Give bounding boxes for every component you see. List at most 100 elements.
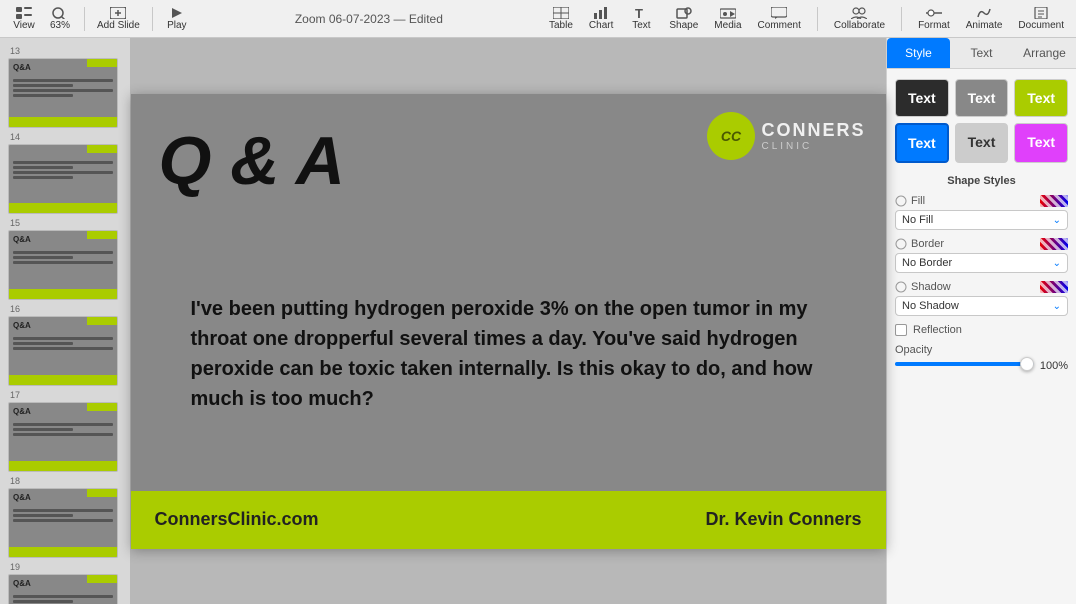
slide-line — [13, 595, 113, 598]
slide-thumb-18[interactable]: 18 Q&A — [8, 476, 122, 558]
slide-thumb-15[interactable]: 15 Q&A — [8, 218, 122, 300]
text-style-pink[interactable]: Text — [1014, 123, 1068, 163]
canvas-area: CC CONNERS CLINIC Q & A I've been puttin… — [130, 38, 886, 604]
slide-thumb-17[interactable]: 17 Q&A — [8, 390, 122, 472]
slide-panel: 13 Q&A 14 — [0, 38, 130, 604]
slide-image-19[interactable]: Q&A — [8, 574, 118, 604]
table-label: Table — [549, 20, 573, 31]
chart-button[interactable]: Chart — [585, 5, 617, 33]
main-area: 13 Q&A 14 — [0, 38, 1076, 604]
slide-thumb-13[interactable]: 13 Q&A — [8, 46, 122, 128]
slide-footer-bar — [9, 289, 117, 299]
text-style-dark[interactable]: Text — [895, 79, 949, 117]
slide-qa-mini: Q&A — [13, 63, 31, 72]
table-button[interactable]: Table — [545, 5, 577, 33]
section-label-shape-styles: Shape Styles — [895, 175, 1068, 187]
add-slide-button[interactable]: Add Slide — [93, 5, 144, 33]
slide-line — [13, 423, 113, 426]
reflection-checkbox[interactable] — [895, 324, 907, 336]
opacity-slider[interactable] — [895, 362, 1034, 366]
view-button[interactable]: View — [8, 5, 40, 33]
slide-image-15[interactable]: Q&A — [8, 230, 118, 300]
text-style-ltgray[interactable]: Text — [955, 123, 1009, 163]
tab-style[interactable]: Style — [887, 38, 950, 68]
right-panel: Style Text Arrange Text Text Text Text T… — [886, 38, 1076, 604]
slide-num-13: 13 — [8, 46, 122, 56]
format-button[interactable]: Format — [914, 5, 954, 33]
footer-left-text: ConnersClinic.com — [155, 509, 319, 530]
slide-thumb-19[interactable]: 19 Q&A — [8, 562, 122, 604]
slide-body-lines — [13, 509, 113, 524]
slide-image-17[interactable]: Q&A — [8, 402, 118, 472]
opacity-slider-thumb[interactable] — [1020, 357, 1034, 371]
slide-image-16[interactable]: Q&A — [8, 316, 118, 386]
main-slide[interactable]: CC CONNERS CLINIC Q & A I've been puttin… — [131, 94, 886, 549]
border-select-arrow: ⌄ — [1053, 258, 1061, 269]
text-style-grid: Text Text Text Text Text Text — [895, 79, 1068, 163]
collaborate-button[interactable]: Collaborate — [830, 5, 889, 33]
border-select[interactable]: No Border ⌄ — [895, 253, 1068, 273]
play-button[interactable]: Play — [161, 5, 193, 33]
animate-button[interactable]: Animate — [962, 5, 1007, 33]
slide-image-18[interactable]: Q&A — [8, 488, 118, 558]
slide-footer-bar — [9, 117, 117, 127]
footer-right-text: Dr. Kevin Conners — [705, 509, 861, 530]
slide-line — [13, 171, 113, 174]
slide-footer-bar — [9, 375, 117, 385]
slide-line — [13, 161, 113, 164]
slide-image-14[interactable] — [8, 144, 118, 214]
format-label: Format — [918, 20, 950, 31]
reflection-row: Reflection — [895, 324, 1068, 336]
slide-num-16: 16 — [8, 304, 122, 314]
slide-line — [13, 428, 73, 431]
slide-line — [13, 347, 113, 350]
slide-line — [13, 342, 73, 345]
slide-line — [13, 337, 113, 340]
svg-text:T: T — [635, 7, 643, 19]
slide-line — [13, 251, 113, 254]
media-button[interactable]: Media — [710, 5, 745, 33]
logo-clinic-text: CLINIC — [761, 141, 865, 152]
slide-footer: ConnersClinic.com Dr. Kevin Conners — [131, 491, 886, 549]
slide-logo: CC CONNERS CLINIC — [707, 112, 865, 160]
text-style-green[interactable]: Text — [1014, 79, 1068, 117]
slide-top-bar — [87, 59, 117, 67]
slide-body-lines — [13, 161, 113, 181]
tab-arrange[interactable]: Arrange — [1013, 38, 1076, 68]
document-button[interactable]: Document — [1014, 5, 1068, 33]
text-style-gray[interactable]: Text — [955, 79, 1009, 117]
text-button[interactable]: T Text — [625, 5, 657, 33]
play-label: Play — [167, 20, 186, 31]
slide-top-bar — [87, 231, 117, 239]
text-label: Text — [632, 20, 650, 31]
slide-top-bar — [87, 403, 117, 411]
slide-thumb-16[interactable]: 16 Q&A — [8, 304, 122, 386]
slide-line — [13, 89, 113, 92]
slide-qa-mini: Q&A — [13, 493, 31, 502]
shape-button[interactable]: Shape — [665, 5, 702, 33]
comment-button[interactable]: Comment — [754, 5, 805, 33]
chart-label: Chart — [589, 20, 613, 31]
slide-line — [13, 256, 73, 259]
shadow-select[interactable]: No Shadow ⌄ — [895, 296, 1068, 316]
toolbar-divider-4 — [901, 7, 902, 31]
zoom-label: 63% — [50, 20, 70, 31]
text-style-blue[interactable]: Text — [895, 123, 949, 163]
slide-body-text: I've been putting hydrogen peroxide 3% o… — [191, 294, 826, 414]
fill-select[interactable]: No Fill ⌄ — [895, 210, 1068, 230]
slide-footer-bar — [9, 203, 117, 213]
slide-footer-bar — [9, 461, 117, 471]
border-checkbox-icon — [895, 238, 907, 250]
slide-thumb-14[interactable]: 14 — [8, 132, 122, 214]
slide-qa-title: Q & A — [159, 122, 345, 200]
tab-text[interactable]: Text — [950, 38, 1013, 68]
slide-line — [13, 94, 73, 97]
slide-num-18: 18 — [8, 476, 122, 486]
logo-circle: CC — [707, 112, 755, 160]
slide-qa-mini: Q&A — [13, 235, 31, 244]
shadow-property: Shadow No Shadow ⌄ — [895, 281, 1068, 316]
slide-image-13[interactable]: Q&A — [8, 58, 118, 128]
shadow-checkbox-icon — [895, 281, 907, 293]
zoom-button[interactable]: 63% — [44, 5, 76, 33]
fill-label: Fill — [895, 195, 1068, 207]
